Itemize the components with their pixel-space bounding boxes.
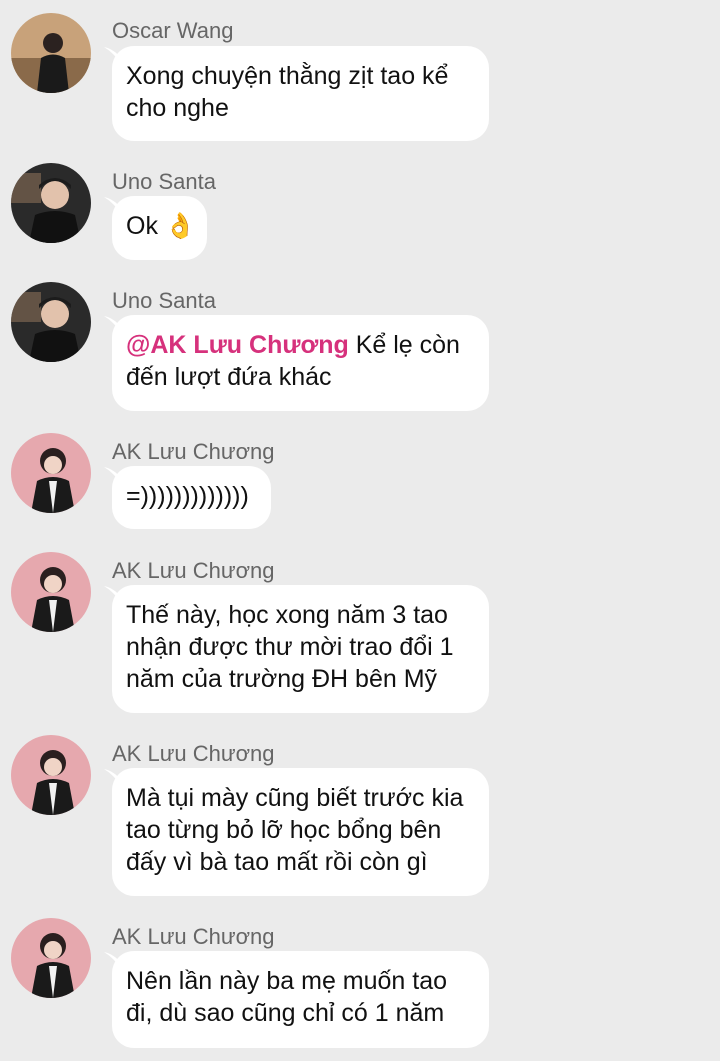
sender-name: AK Lưu Chương xyxy=(112,439,275,464)
avatar[interactable] xyxy=(11,13,91,93)
message-bubble[interactable]: @AK Lưu Chương Kể lẹ còn đến lượt đứa kh… xyxy=(112,315,489,411)
message-bubble[interactable]: Xong chuyện thằng zịt tao kể cho nghe xyxy=(112,46,489,141)
sender-name: Oscar Wang xyxy=(112,18,234,43)
sender-name: AK Lưu Chương xyxy=(112,558,275,583)
avatar[interactable] xyxy=(11,552,91,632)
message-text: Thế này, học xong năm 3 tao xyxy=(126,601,448,629)
avatar[interactable] xyxy=(11,918,91,998)
sender-name: Uno Santa xyxy=(112,288,216,313)
message-text: tao từng bỏ lỡ học bổng bên xyxy=(126,816,442,844)
message-bubble[interactable]: =))))))))))))) xyxy=(112,466,271,529)
message-text: Xong chuyện thằng zịt tao kể xyxy=(126,62,449,90)
avatar[interactable] xyxy=(11,282,91,362)
message-bubble[interactable]: Nên lần này ba mẹ muốn tao đi, dù sao cũ… xyxy=(112,951,489,1048)
message-text: Mà tụi mày cũng biết trước kia xyxy=(126,784,464,812)
message-text: đi, dù sao cũng chỉ có 1 năm xyxy=(126,999,445,1027)
message-text: đến lượt đứa khác xyxy=(126,363,332,391)
mention-link[interactable]: @AK Lưu Chương xyxy=(126,331,349,359)
message-text: Ok 👌 xyxy=(126,212,197,240)
message-bubble[interactable]: Thế này, học xong năm 3 tao nhận được th… xyxy=(112,585,489,713)
avatar[interactable] xyxy=(11,433,91,513)
sender-name: AK Lưu Chương xyxy=(112,924,275,949)
sender-name: Uno Santa xyxy=(112,169,216,194)
message-text: năm của trường ĐH bên Mỹ xyxy=(126,665,438,693)
message-bubble[interactable]: Mà tụi mày cũng biết trước kia tao từng … xyxy=(112,768,489,896)
message-text: Kể lẹ còn xyxy=(348,331,460,359)
message-text: =))))))))))))) xyxy=(126,482,249,510)
sender-name: AK Lưu Chương xyxy=(112,741,275,766)
message-text: nhận được thư mời trao đổi 1 xyxy=(126,633,454,661)
avatar[interactable] xyxy=(11,163,91,243)
message-text: Nên lần này ba mẹ muốn tao xyxy=(126,967,448,995)
avatar[interactable] xyxy=(11,735,91,815)
message-bubble[interactable]: Ok 👌 xyxy=(112,196,207,260)
message-text: cho nghe xyxy=(126,94,229,122)
message-text: đấy vì bà tao mất rồi còn gì xyxy=(126,848,428,876)
